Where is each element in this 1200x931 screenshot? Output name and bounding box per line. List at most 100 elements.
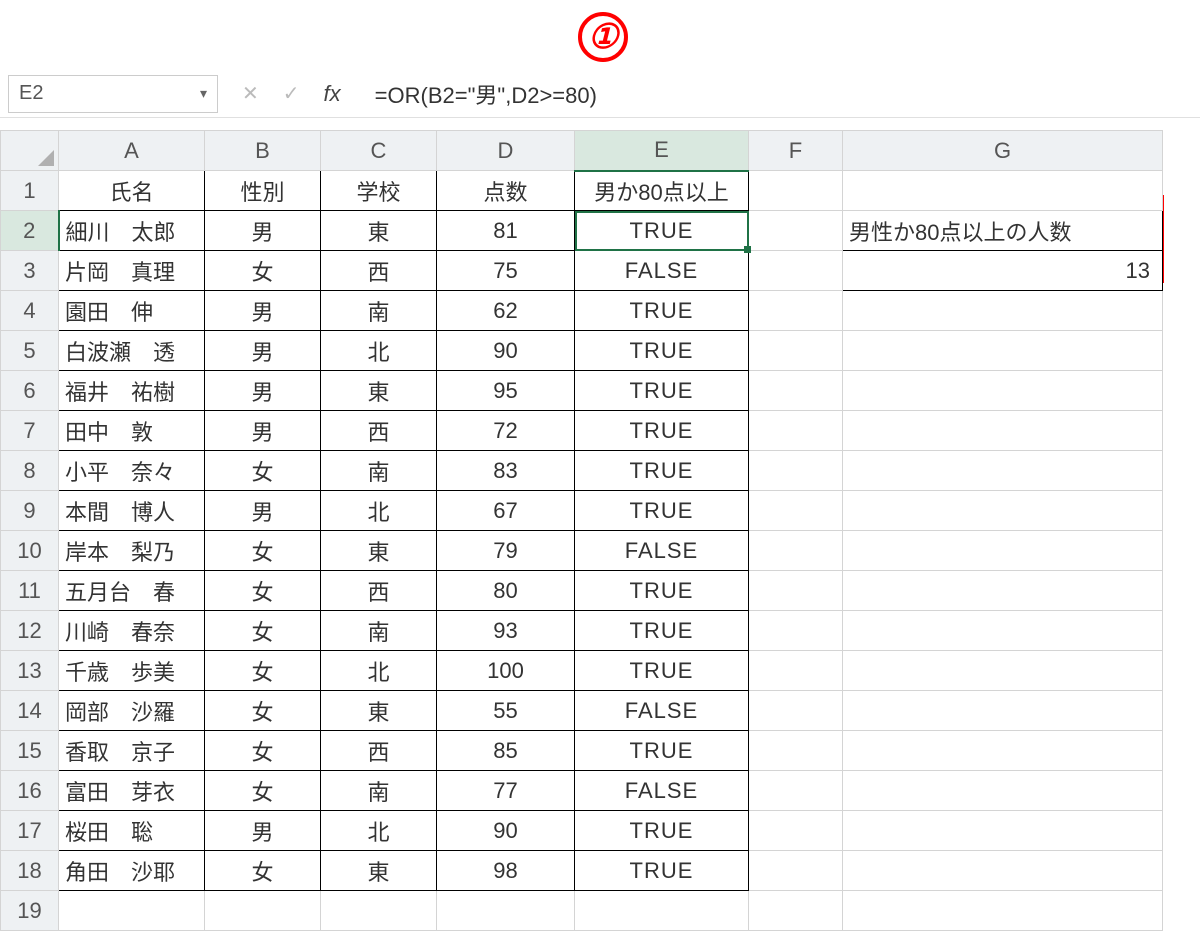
cell-f7[interactable] <box>749 411 843 451</box>
row-header-15[interactable]: 15 <box>1 731 59 771</box>
cell-a19[interactable] <box>59 891 205 931</box>
cell-g3-summary-value[interactable]: 13 <box>843 251 1163 291</box>
cell-e6[interactable]: TRUE <box>575 371 749 411</box>
cell-a16[interactable]: 富田 芽衣 <box>59 771 205 811</box>
cell-a9[interactable]: 本間 博人 <box>59 491 205 531</box>
row-header-6[interactable]: 6 <box>1 371 59 411</box>
cell-b10[interactable]: 女 <box>205 531 321 571</box>
fx-icon[interactable]: fx <box>324 81 341 107</box>
cell-a18[interactable]: 角田 沙耶 <box>59 851 205 891</box>
cell-d12[interactable]: 93 <box>437 611 575 651</box>
formula-input[interactable]: =OR(B2="男",D2>=80) <box>365 75 1200 113</box>
cell-f16[interactable] <box>749 771 843 811</box>
cell-c13[interactable]: 北 <box>321 651 437 691</box>
cell-e9[interactable]: TRUE <box>575 491 749 531</box>
cell-c14[interactable]: 東 <box>321 691 437 731</box>
cell-e11[interactable]: TRUE <box>575 571 749 611</box>
cell-b7[interactable]: 男 <box>205 411 321 451</box>
cell-g13[interactable] <box>843 651 1163 691</box>
cell-d4[interactable]: 62 <box>437 291 575 331</box>
cell-a13[interactable]: 千歳 歩美 <box>59 651 205 691</box>
row-header-3[interactable]: 3 <box>1 251 59 291</box>
cell-d1[interactable]: 点数 <box>437 171 575 211</box>
cell-c10[interactable]: 東 <box>321 531 437 571</box>
cell-g7[interactable] <box>843 411 1163 451</box>
cell-g12[interactable] <box>843 611 1163 651</box>
cell-c16[interactable]: 南 <box>321 771 437 811</box>
cell-a5[interactable]: 白波瀬 透 <box>59 331 205 371</box>
cell-g8[interactable] <box>843 451 1163 491</box>
row-header-14[interactable]: 14 <box>1 691 59 731</box>
cell-g11[interactable] <box>843 571 1163 611</box>
cell-g9[interactable] <box>843 491 1163 531</box>
cell-b18[interactable]: 女 <box>205 851 321 891</box>
cell-g18[interactable] <box>843 851 1163 891</box>
row-header-2[interactable]: 2 <box>1 211 59 251</box>
cell-d16[interactable]: 77 <box>437 771 575 811</box>
cell-g2-summary-label[interactable]: 男性か80点以上の人数 <box>843 211 1163 251</box>
enter-icon[interactable]: ✓ <box>283 81 300 106</box>
cell-f11[interactable] <box>749 571 843 611</box>
cell-b16[interactable]: 女 <box>205 771 321 811</box>
cell-d7[interactable]: 72 <box>437 411 575 451</box>
cell-f19[interactable] <box>749 891 843 931</box>
cell-b9[interactable]: 男 <box>205 491 321 531</box>
cell-d18[interactable]: 98 <box>437 851 575 891</box>
cell-a17[interactable]: 桜田 聡 <box>59 811 205 851</box>
cell-f6[interactable] <box>749 371 843 411</box>
cell-e10[interactable]: FALSE <box>575 531 749 571</box>
cell-e5[interactable]: TRUE <box>575 331 749 371</box>
cell-d10[interactable]: 79 <box>437 531 575 571</box>
cell-c19[interactable] <box>321 891 437 931</box>
cell-g5[interactable] <box>843 331 1163 371</box>
row-header-19[interactable]: 19 <box>1 891 59 931</box>
cell-e8[interactable]: TRUE <box>575 451 749 491</box>
row-header-16[interactable]: 16 <box>1 771 59 811</box>
cell-b15[interactable]: 女 <box>205 731 321 771</box>
col-header-a[interactable]: A <box>59 131 205 171</box>
cell-f12[interactable] <box>749 611 843 651</box>
spreadsheet-grid[interactable]: A B C D E F G 1 氏名 性別 学校 点数 男か80点以上 2 細川… <box>0 130 1163 931</box>
col-header-e[interactable]: E <box>575 131 749 171</box>
cell-g10[interactable] <box>843 531 1163 571</box>
name-box-dropdown-icon[interactable]: ▾ <box>200 85 207 102</box>
col-header-f[interactable]: F <box>749 131 843 171</box>
cell-b6[interactable]: 男 <box>205 371 321 411</box>
cell-b1[interactable]: 性別 <box>205 171 321 211</box>
cell-g14[interactable] <box>843 691 1163 731</box>
cell-g16[interactable] <box>843 771 1163 811</box>
cell-e2-selected[interactable]: TRUE <box>575 211 749 251</box>
name-box[interactable]: E2 ▾ <box>8 75 218 113</box>
cell-c7[interactable]: 西 <box>321 411 437 451</box>
cell-c2[interactable]: 東 <box>321 211 437 251</box>
cell-a4[interactable]: 園田 伸 <box>59 291 205 331</box>
row-header-11[interactable]: 11 <box>1 571 59 611</box>
cell-b5[interactable]: 男 <box>205 331 321 371</box>
cell-a1[interactable]: 氏名 <box>59 171 205 211</box>
col-header-g[interactable]: G <box>843 131 1163 171</box>
cell-f17[interactable] <box>749 811 843 851</box>
row-header-7[interactable]: 7 <box>1 411 59 451</box>
cell-d3[interactable]: 75 <box>437 251 575 291</box>
cell-a14[interactable]: 岡部 沙羅 <box>59 691 205 731</box>
row-header-4[interactable]: 4 <box>1 291 59 331</box>
cell-c18[interactable]: 東 <box>321 851 437 891</box>
cell-d5[interactable]: 90 <box>437 331 575 371</box>
cell-g1[interactable] <box>843 171 1163 211</box>
cell-e14[interactable]: FALSE <box>575 691 749 731</box>
cell-e4[interactable]: TRUE <box>575 291 749 331</box>
cell-d15[interactable]: 85 <box>437 731 575 771</box>
cell-b13[interactable]: 女 <box>205 651 321 691</box>
cell-a11[interactable]: 五月台 春 <box>59 571 205 611</box>
cell-c4[interactable]: 南 <box>321 291 437 331</box>
cell-b14[interactable]: 女 <box>205 691 321 731</box>
cell-d17[interactable]: 90 <box>437 811 575 851</box>
cell-f9[interactable] <box>749 491 843 531</box>
cell-d19[interactable] <box>437 891 575 931</box>
cell-a15[interactable]: 香取 京子 <box>59 731 205 771</box>
col-header-d[interactable]: D <box>437 131 575 171</box>
cell-f18[interactable] <box>749 851 843 891</box>
cell-g4[interactable] <box>843 291 1163 331</box>
cell-f2[interactable] <box>749 211 843 251</box>
row-header-13[interactable]: 13 <box>1 651 59 691</box>
